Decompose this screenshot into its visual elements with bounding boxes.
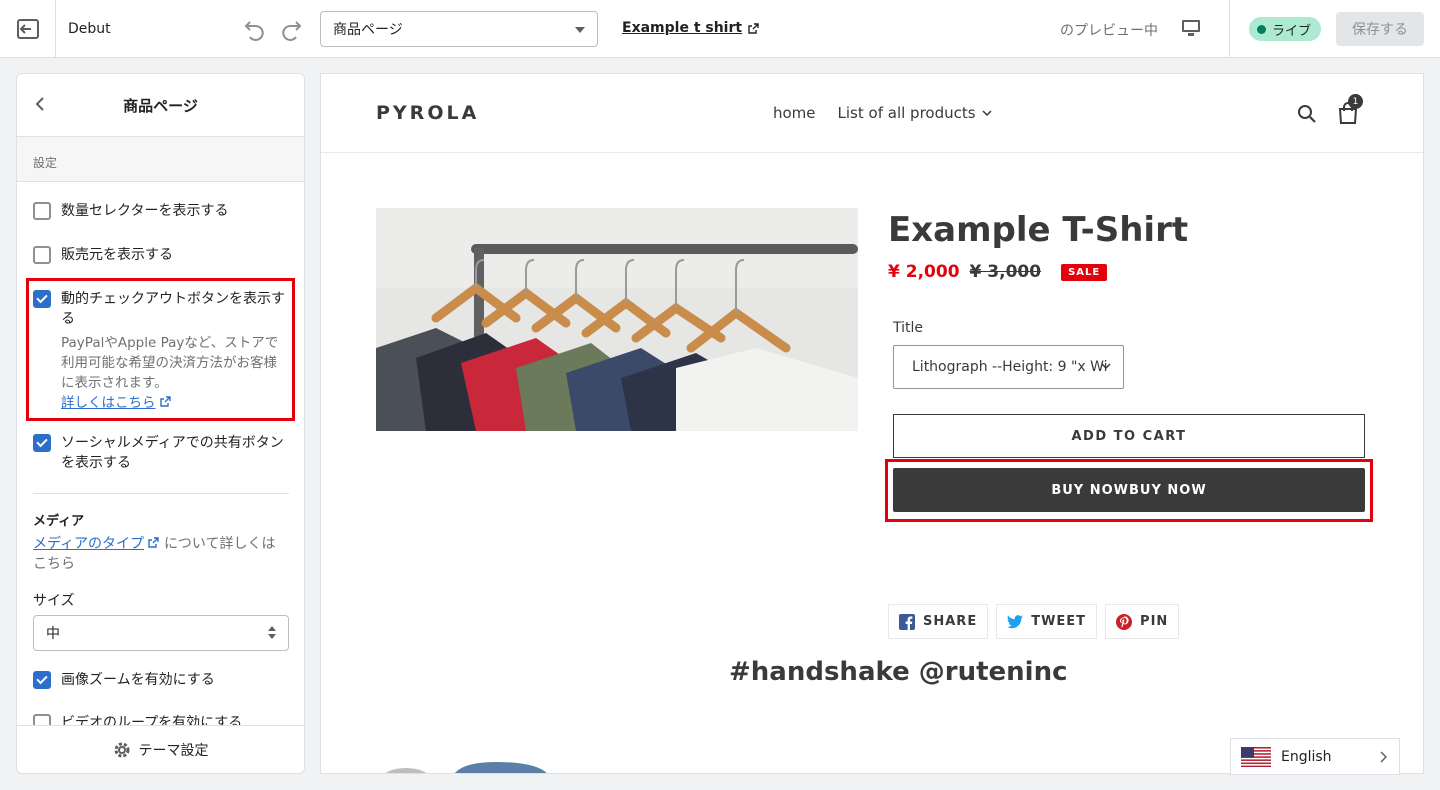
- chevron-down-icon: [1101, 363, 1111, 369]
- add-to-cart-button[interactable]: ADD TO CART: [893, 414, 1365, 458]
- vendor-checkbox[interactable]: [33, 246, 51, 264]
- vendor-label: 販売元を表示する: [61, 247, 173, 263]
- language-label: English: [1281, 748, 1332, 765]
- preview-label: のプレビュー中: [1060, 23, 1158, 39]
- us-flag-icon: [1241, 746, 1271, 767]
- store-preview: PYROLA home List of all products 1 Examp…: [320, 73, 1424, 774]
- twitter-icon: [1007, 614, 1024, 628]
- redo-icon: [282, 20, 302, 41]
- undo-redo-group: [242, 17, 304, 41]
- store-nav: home List of all products: [773, 104, 992, 122]
- nav-home-label: home: [773, 104, 816, 122]
- share-twitter-button[interactable]: TWEET: [996, 604, 1098, 639]
- settings-sidebar: 商品ページ 設定 数量セレクターを表示する 販売元を表示する 動的チェックアウト…: [16, 73, 305, 774]
- theme-settings-label: テーマ設定: [138, 742, 209, 759]
- chevron-left-icon: [35, 97, 44, 111]
- original-price: ¥ 3,000: [969, 262, 1042, 282]
- media-info-text: メディアのタイプ について詳しくはこちら: [33, 534, 289, 574]
- undo-icon: [244, 20, 264, 41]
- image-zoom-checkbox[interactable]: [33, 671, 51, 689]
- cart-count-badge: 1: [1348, 94, 1363, 109]
- media-size-value: 中: [46, 626, 60, 642]
- back-button[interactable]: [35, 96, 45, 116]
- pinterest-icon: [1116, 613, 1133, 630]
- image-zoom-label: 画像ズームを有効にする: [61, 672, 215, 688]
- search-button[interactable]: [1297, 104, 1317, 128]
- product-photo: [376, 208, 858, 431]
- media-types-link[interactable]: メディアのタイプ: [33, 536, 144, 552]
- media-section-title: メディア: [33, 514, 85, 529]
- redo-button[interactable]: [280, 17, 304, 41]
- desktop-icon: [1182, 20, 1200, 36]
- external-link-icon: [748, 22, 759, 34]
- price-row: ¥ 2,000 ¥ 3,000 SALE: [888, 262, 1108, 282]
- social-share-row: SHARE TWEET PIN: [888, 604, 1180, 639]
- select-arrows-icon: [268, 626, 276, 639]
- variant-label: Title: [893, 320, 924, 336]
- preview-product-link[interactable]: Example t shirt: [622, 20, 759, 36]
- settings-section-heading: 設定: [17, 137, 304, 182]
- share-pinterest-button[interactable]: PIN: [1105, 604, 1180, 639]
- nav-products-label: List of all products: [837, 104, 976, 122]
- live-dot-icon: [1257, 24, 1266, 34]
- gear-icon: [114, 742, 129, 757]
- nav-item-products[interactable]: List of all products: [838, 104, 992, 122]
- store-logo[interactable]: PYROLA: [376, 102, 479, 124]
- external-link-icon: [148, 537, 160, 548]
- product-image[interactable]: [376, 208, 858, 431]
- image-zoom-option[interactable]: 画像ズームを有効にする: [33, 670, 289, 690]
- preview-product-link-label: Example t shirt: [622, 20, 743, 36]
- page-template-select[interactable]: 商品ページ: [320, 11, 598, 47]
- quantity-selector-checkbox[interactable]: [33, 202, 51, 220]
- hashtag-heading: #handshake @ruteninc: [729, 657, 1068, 687]
- topbar-divider: [1229, 0, 1230, 58]
- bottom-image-partial: [376, 760, 556, 773]
- theme-name: Debut: [68, 20, 111, 37]
- device-toggle-button[interactable]: [1180, 17, 1202, 43]
- facebook-icon: [899, 613, 915, 630]
- sale-badge: SALE: [1061, 263, 1108, 281]
- undo-button[interactable]: [242, 17, 266, 41]
- exit-icon: [16, 18, 39, 39]
- sidebar-header: 商品ページ: [17, 74, 304, 137]
- share-facebook-label: SHARE: [923, 614, 978, 629]
- vendor-option[interactable]: 販売元を表示する: [33, 245, 289, 265]
- share-facebook-button[interactable]: SHARE: [888, 604, 989, 639]
- chevron-down-icon: [982, 110, 992, 116]
- nav-item-home[interactable]: home: [773, 104, 816, 122]
- sale-price: ¥ 2,000: [888, 262, 960, 282]
- caret-down-icon: [575, 27, 585, 33]
- page-template-value: 商品ページ: [333, 22, 403, 38]
- quantity-selector-option[interactable]: 数量セレクターを表示する: [33, 201, 289, 221]
- search-icon: [1298, 105, 1316, 123]
- media-size-select[interactable]: 中: [33, 615, 289, 651]
- save-button[interactable]: 保存する: [1336, 12, 1424, 46]
- variant-value: Lithograph --Height: 9 "x Wi: [912, 359, 1108, 375]
- exit-button[interactable]: [0, 0, 56, 58]
- quantity-selector-label: 数量セレクターを表示する: [61, 203, 229, 219]
- section-divider: [33, 493, 289, 494]
- highlight-box-dynamic-checkout: [26, 278, 295, 421]
- social-sharing-checkbox[interactable]: [33, 434, 51, 452]
- store-header: PYROLA home List of all products 1: [321, 74, 1423, 153]
- sidebar-title: 商品ページ: [123, 96, 198, 115]
- language-selector[interactable]: English: [1230, 738, 1400, 775]
- share-pinterest-label: PIN: [1140, 614, 1169, 629]
- live-status-badge: ライブ: [1249, 17, 1322, 41]
- chevron-right-icon: [1380, 751, 1387, 763]
- variant-select[interactable]: Lithograph --Height: 9 "x Wi: [893, 345, 1124, 389]
- theme-settings-button[interactable]: テーマ設定: [17, 725, 304, 773]
- media-size-label: サイズ: [33, 593, 75, 609]
- highlight-box-buy-now: [885, 459, 1373, 522]
- social-sharing-option[interactable]: ソーシャルメディアでの共有ボタンを表示する: [33, 433, 289, 473]
- social-sharing-label: ソーシャルメディアでの共有ボタンを表示する: [61, 435, 284, 471]
- product-title: Example T-Shirt: [888, 210, 1189, 250]
- share-twitter-label: TWEET: [1031, 614, 1087, 629]
- live-status-label: ライブ: [1272, 23, 1312, 39]
- partial-photo: [385, 762, 547, 773]
